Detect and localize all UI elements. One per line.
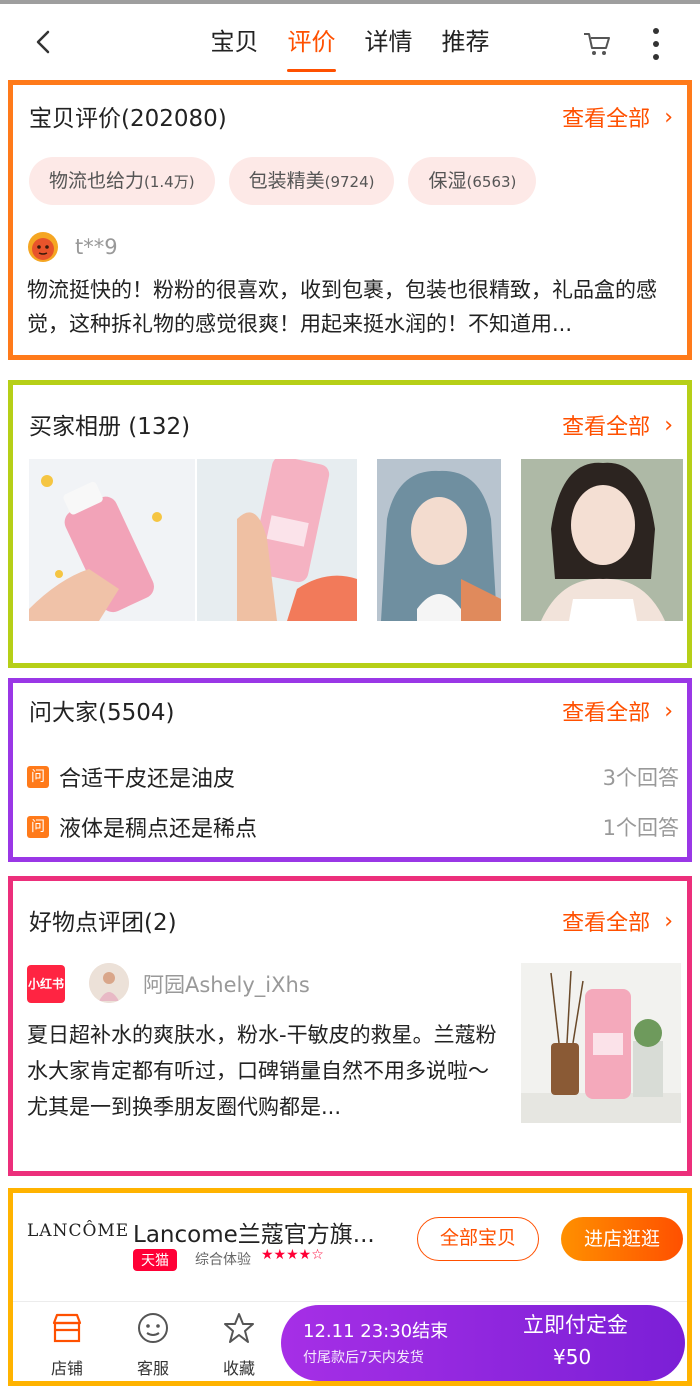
qa-question: 合适干皮还是油皮 (59, 767, 236, 792)
service-icon (138, 1313, 168, 1343)
chevron-right-icon: › (664, 698, 673, 724)
chip-count: (6563) (466, 173, 517, 191)
bottom-nav-store[interactable]: 店铺 (37, 1311, 97, 1379)
goodstuff-title: 好物点评团(2) (29, 910, 177, 936)
tab-bar: 宝贝 评价 详情 推荐 (196, 24, 504, 72)
tab-baobei[interactable]: 宝贝 (196, 24, 273, 60)
back-arrow-icon[interactable] (30, 26, 58, 58)
chip-count: (9724) (324, 173, 375, 191)
review-tag-chip[interactable]: 包装精美(9724) (228, 157, 395, 205)
chevron-right-icon: › (664, 104, 673, 130)
store-section: LANCÔME Lancome兰蔻官方旗... 天猫 综合体验 ★★★★☆ 全部… (8, 1188, 692, 1386)
enter-store-button[interactable]: 进店逛逛 (561, 1217, 683, 1261)
cart-icon[interactable] (582, 30, 612, 58)
qa-see-all-link[interactable]: 查看全部 › (562, 695, 673, 727)
all-items-button[interactable]: 全部宝贝 (417, 1217, 539, 1261)
chip-label: 物流也给力 (49, 170, 145, 192)
reviews-title: 宝贝评价(202080) (29, 106, 227, 132)
see-all-label: 查看全部 (562, 107, 651, 132)
review-tags: 物流也给力(1.4万) 包装精美(9724) 保湿(6563) (29, 157, 537, 205)
album-photo[interactable] (377, 459, 501, 621)
store-experience-label: 综合体验 (195, 1252, 251, 1268)
see-all-label: 查看全部 (562, 911, 651, 936)
pay-deposit-button[interactable]: 12.11 23:30结束 付尾款后7天内发货 立即付定金 ¥50 (281, 1305, 685, 1381)
bottom-nav-favorite[interactable]: 收藏 (209, 1311, 269, 1379)
question-badge-icon: 问 (27, 816, 49, 838)
chip-count: (1.4万) (144, 173, 195, 191)
qa-section: 问大家(5504) 查看全部 › 问 合适干皮还是油皮 3个回答 问 液体是稠点… (8, 678, 692, 862)
see-all-label: 查看全部 (562, 701, 651, 726)
xiaohongshu-logo-icon: 小红书 (27, 965, 65, 1003)
qa-item[interactable]: 问 液体是稠点还是稀点 1个回答 (27, 811, 679, 843)
qa-item[interactable]: 问 合适干皮还是油皮 3个回答 (27, 761, 679, 793)
album-photos (29, 459, 683, 621)
album-title: 买家相册 (132) (29, 414, 191, 440)
question-badge-icon: 问 (27, 766, 49, 788)
tab-details[interactable]: 详情 (350, 24, 427, 60)
goodstuff-author[interactable]: 阿园Ashely_iXhs (143, 969, 310, 999)
chevron-right-icon: › (664, 908, 673, 934)
divider (13, 1301, 687, 1302)
review-tag-chip[interactable]: 保湿(6563) (408, 157, 537, 205)
goodstuff-section: 好物点评团(2) 查看全部 › 小红书 阿园Ashely_iXhs 夏日超补水的… (8, 876, 692, 1176)
rating-stars-icon: ★★★★☆ (261, 1247, 324, 1263)
chip-label: 保湿 (428, 170, 467, 192)
reviews-section: 宝贝评价(202080) 查看全部 › 物流也给力(1.4万) 包装精美(972… (8, 80, 692, 360)
album-photo[interactable] (29, 459, 195, 621)
album-see-all-link[interactable]: 查看全部 › (562, 409, 673, 441)
goodstuff-image[interactable] (521, 963, 681, 1123)
reviewer: t**9 (27, 231, 118, 263)
more-vertical-icon[interactable] (650, 26, 662, 62)
top-nav-bar: 宝贝 评价 详情 推荐 (0, 4, 700, 76)
bottom-nav-service[interactable]: 客服 (123, 1311, 183, 1379)
avatar (28, 232, 58, 262)
album-photo[interactable] (197, 459, 357, 621)
buyer-album-section: 买家相册 (132) 查看全部 › (8, 380, 692, 668)
deposit-price: ¥50 (553, 1345, 592, 1369)
qa-answer-count: 3个回答 (602, 766, 679, 790)
review-text[interactable]: 物流挺快的！粉粉的很喜欢，收到包裹，包装也很精致，礼品盒的感觉，这种拆礼物的感觉… (27, 273, 677, 341)
bottom-nav-label: 客服 (136, 1359, 169, 1378)
goodstuff-see-all-link[interactable]: 查看全部 › (562, 905, 673, 937)
qa-question: 液体是稠点还是稀点 (59, 817, 258, 842)
bottom-nav-label: 店铺 (50, 1359, 83, 1378)
store-name[interactable]: Lancome兰蔻官方旗... (133, 1215, 375, 1249)
goodstuff-text[interactable]: 夏日超补水的爽肤水，粉水-干敏皮的救星。兰蔻粉水大家肯定都有听过，口碑销量自然不… (27, 1017, 507, 1125)
album-photo[interactable] (521, 459, 683, 621)
tmall-badge: 天猫 (133, 1249, 177, 1271)
deposit-action-label: 立即付定金 (523, 1313, 628, 1337)
reviews-see-all-link[interactable]: 查看全部 › (562, 101, 673, 133)
star-icon (224, 1313, 254, 1343)
deposit-shipping-note: 付尾款后7天内发货 (303, 1350, 424, 1366)
store-logo[interactable]: LANCÔME (27, 1221, 128, 1261)
store-icon (52, 1313, 82, 1343)
reviewer-name: t**9 (75, 235, 118, 259)
review-tag-chip[interactable]: 物流也给力(1.4万) (29, 157, 215, 205)
qa-answer-count: 1个回答 (602, 816, 679, 840)
tab-reviews[interactable]: 评价 (273, 24, 350, 72)
tab-recommend[interactable]: 推荐 (427, 24, 504, 60)
chevron-right-icon: › (664, 412, 673, 438)
bottom-nav-label: 收藏 (222, 1359, 255, 1378)
qa-title: 问大家(5504) (29, 700, 175, 726)
see-all-label: 查看全部 (562, 415, 651, 440)
avatar (89, 963, 129, 1003)
deposit-deadline: 12.11 23:30结束 (303, 1321, 449, 1342)
chip-label: 包装精美 (248, 170, 325, 192)
